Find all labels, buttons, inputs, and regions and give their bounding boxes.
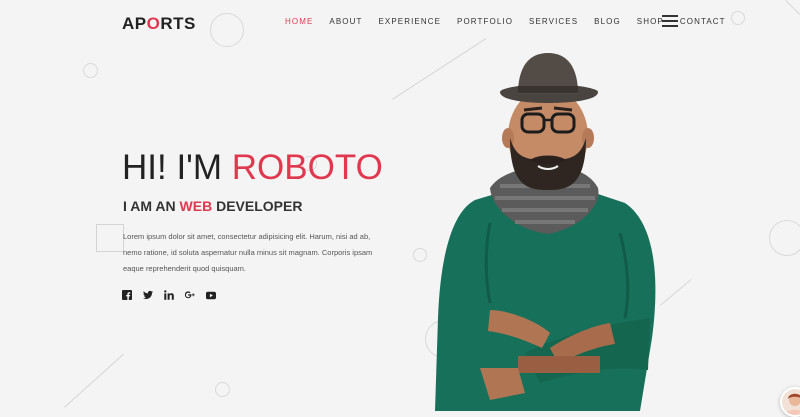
- logo-text: AP: [122, 14, 147, 33]
- chat-avatar[interactable]: [780, 387, 800, 417]
- decor-square: [96, 224, 124, 252]
- nav-portfolio[interactable]: PORTFOLIO: [457, 17, 513, 26]
- facebook-icon[interactable]: [122, 290, 132, 300]
- hero-subtitle: I AM AN WEB DEVELOPER: [123, 198, 302, 214]
- social-links: [122, 290, 216, 300]
- youtube-icon[interactable]: [206, 290, 216, 300]
- decor-circle: [769, 220, 800, 256]
- nav-contact[interactable]: CONTACT: [680, 17, 726, 26]
- twitter-icon[interactable]: [143, 290, 153, 300]
- decor-circle: [215, 382, 230, 397]
- nav-home[interactable]: HOME: [285, 17, 313, 26]
- hamburger-menu-icon[interactable]: [662, 15, 678, 27]
- logo-accent: O: [146, 14, 161, 33]
- google-plus-icon[interactable]: [185, 290, 195, 300]
- decor-circle: [83, 63, 98, 78]
- subtitle-accent: WEB: [179, 198, 213, 214]
- subtitle-text: I AM AN: [123, 198, 176, 214]
- nav-experience[interactable]: EXPERIENCE: [378, 17, 441, 26]
- decor-line: [785, 0, 800, 15]
- logo-text: RTS: [160, 14, 196, 33]
- decor-line: [64, 353, 125, 408]
- decor-line: [660, 279, 692, 306]
- decor-circle: [413, 248, 427, 262]
- hero-name: ROBOTO: [231, 148, 383, 187]
- linkedin-icon[interactable]: [164, 290, 174, 300]
- site-logo[interactable]: APORTS: [122, 14, 196, 34]
- subtitle-text: DEVELOPER: [216, 198, 303, 214]
- hero-title: HI! I'M ROBOTO: [122, 150, 383, 185]
- nav-about[interactable]: ABOUT: [329, 17, 362, 26]
- decor-circle: [210, 13, 244, 47]
- nav-blog[interactable]: BLOG: [594, 17, 621, 26]
- nav-shop[interactable]: SHOP: [637, 17, 664, 26]
- hero-greeting: HI! I'M: [122, 148, 223, 187]
- developer-portrait: [435, 53, 656, 411]
- hero-description: Lorem ipsum dolor sit amet, consectetur …: [123, 232, 373, 273]
- nav-services[interactable]: SERVICES: [529, 17, 578, 26]
